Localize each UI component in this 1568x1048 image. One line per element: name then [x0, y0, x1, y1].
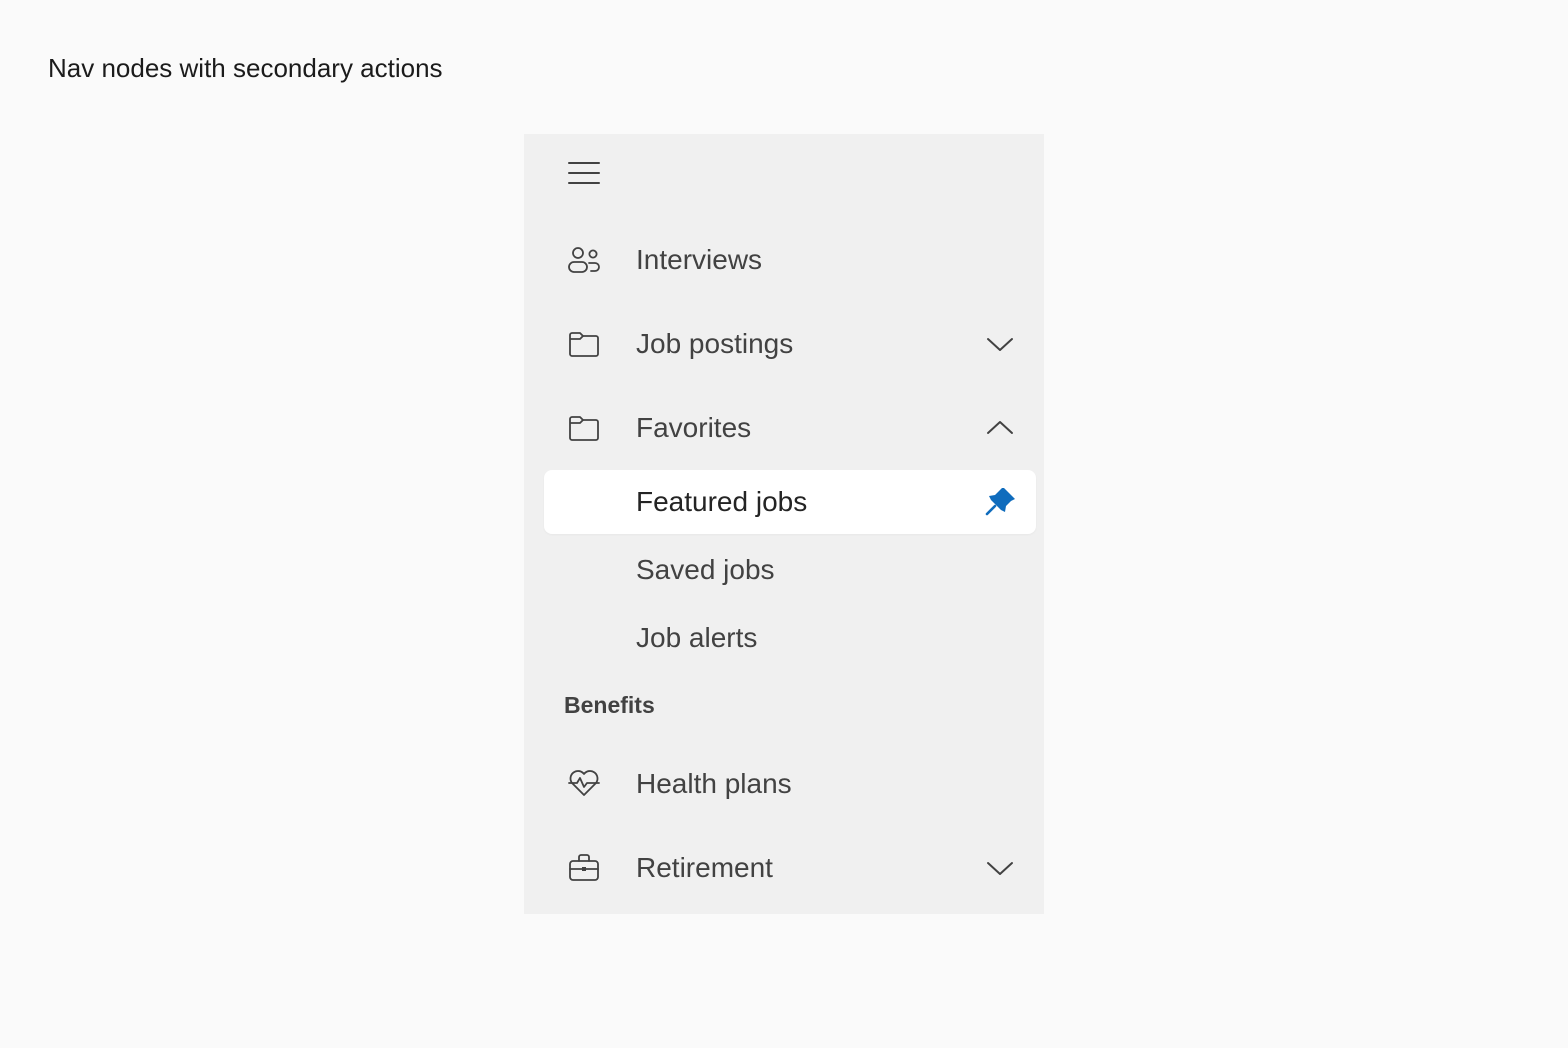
nav-item-label: Job alerts: [636, 622, 758, 653]
nav-item-label: Saved jobs: [636, 554, 775, 585]
nav-item-health-plans[interactable]: Health plans: [524, 752, 1044, 816]
nav-item-label: Interviews: [636, 244, 763, 275]
nav-drawer: Interviews Job postings Favorites Featur…: [524, 134, 1044, 914]
pin-icon[interactable]: [984, 485, 1018, 519]
nav-item-label: Featured jobs: [636, 486, 808, 517]
nav-item-retirement[interactable]: Retirement: [524, 836, 1044, 900]
nav-item-job-postings[interactable]: Job postings: [524, 312, 1044, 376]
nav-item-interviews[interactable]: Interviews: [524, 228, 1044, 292]
folder-icon: [566, 326, 602, 362]
nav-item-featured-jobs[interactable]: Featured jobs: [544, 470, 1036, 534]
heart-pulse-icon: [566, 766, 602, 802]
nav-item-favorites[interactable]: Favorites: [524, 396, 1044, 460]
chevron-up-icon[interactable]: [984, 412, 1016, 444]
nav-item-label: Job postings: [636, 328, 794, 359]
nav-item-label: Health plans: [636, 768, 792, 799]
section-header-benefits: Benefits: [564, 692, 655, 718]
chevron-down-icon[interactable]: [984, 328, 1016, 360]
chevron-down-icon[interactable]: [984, 852, 1016, 884]
people-icon: [566, 242, 602, 278]
nav-item-saved-jobs[interactable]: Saved jobs: [524, 538, 1044, 602]
briefcase-icon: [566, 850, 602, 886]
nav-item-label: Retirement: [636, 852, 773, 883]
hamburger-icon[interactable]: [564, 158, 604, 188]
nav-item-label: Favorites: [636, 412, 752, 443]
page-title: Nav nodes with secondary actions: [48, 53, 443, 83]
folder-icon: [566, 410, 602, 446]
nav-item-job-alerts[interactable]: Job alerts: [524, 606, 1044, 670]
